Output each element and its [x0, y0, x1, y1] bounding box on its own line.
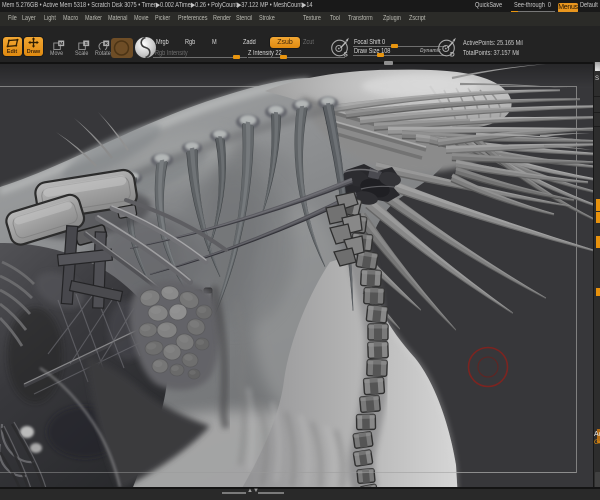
svg-text:M: M [59, 41, 63, 47]
svg-text:D: D [450, 52, 455, 59]
svg-text:S: S [344, 52, 349, 59]
svg-text:R: R [104, 41, 108, 47]
